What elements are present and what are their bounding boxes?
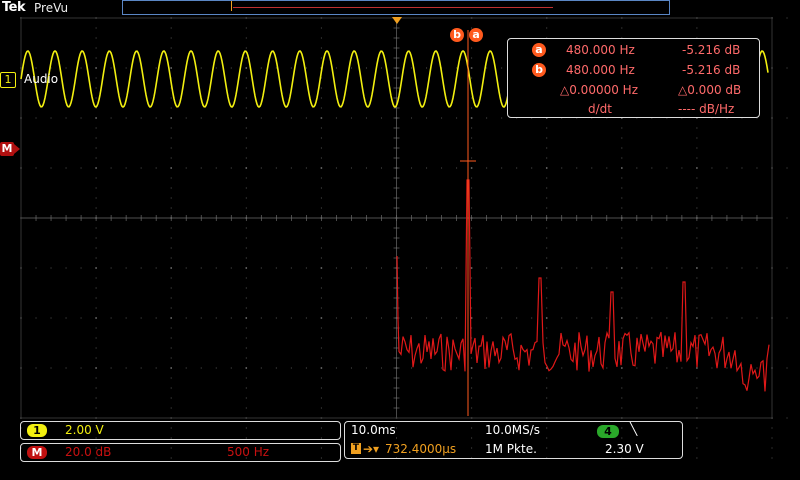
ch1-scale-value: 2.00 V — [65, 423, 104, 437]
trigger-position-value: 732.4000µs — [385, 442, 457, 456]
cursor-b-badge[interactable]: b — [450, 28, 464, 42]
ch1-scale-box[interactable]: 1 2.00 V — [20, 421, 341, 440]
sample-rate: 10.0MS/s — [485, 423, 540, 437]
cursor-delta-frequency: △0.00000 Hz — [560, 83, 638, 97]
math-scale-badge: M — [27, 446, 47, 459]
trigger-position-icon: T — [351, 443, 361, 454]
ch1-scale-badge: 1 — [27, 424, 47, 437]
math-scale-box[interactable]: M 20.0 dB 500 Hz — [20, 443, 341, 462]
readout-b-badge: b — [532, 63, 546, 77]
cursor-readout-panel[interactable]: a 480.000 Hz -5.216 dB b 480.000 Hz -5.2… — [507, 38, 760, 118]
cursor-a-frequency: 480.000 Hz — [566, 43, 635, 57]
cursor-b-frequency: 480.000 Hz — [566, 63, 635, 77]
time-per-division: 10.0ms — [351, 423, 396, 437]
trigger-source-badge: 4 — [597, 425, 619, 438]
cursor-a-badge[interactable]: a — [469, 28, 484, 42]
cursor-delta-magnitude: △0.000 dB — [678, 83, 742, 97]
trigger-level: 2.30 V — [605, 442, 644, 456]
math-scale-value: 20.0 dB — [65, 445, 112, 459]
cursor-ddt-label: d/dt — [588, 102, 612, 116]
record-length: 1M Pkte. — [485, 442, 537, 456]
trigger-arrow-icon: ➔▾ — [363, 442, 380, 456]
trigger-slope-falling-icon: ╲ — [630, 422, 638, 436]
ch1-label: Audio — [24, 72, 59, 86]
math-marker-icon[interactable]: M — [0, 142, 14, 156]
math-marker-arrow-icon — [14, 144, 20, 154]
cursor-a-magnitude: -5.216 dB — [682, 43, 741, 57]
cursor-ddt-value: ---- dB/Hz — [678, 102, 735, 116]
ch1-marker-icon[interactable]: 1 — [0, 72, 16, 88]
readout-a-badge: a — [532, 43, 546, 57]
cursor-badges[interactable]: b a — [450, 23, 484, 42]
math-span-value: 500 Hz — [227, 445, 270, 459]
cursor-b-magnitude: -5.216 dB — [682, 63, 741, 77]
timebase-trigger-box[interactable]: 10.0ms 10.0MS/s T ➔▾ 732.4000µs 1M Pkte.… — [344, 421, 683, 459]
